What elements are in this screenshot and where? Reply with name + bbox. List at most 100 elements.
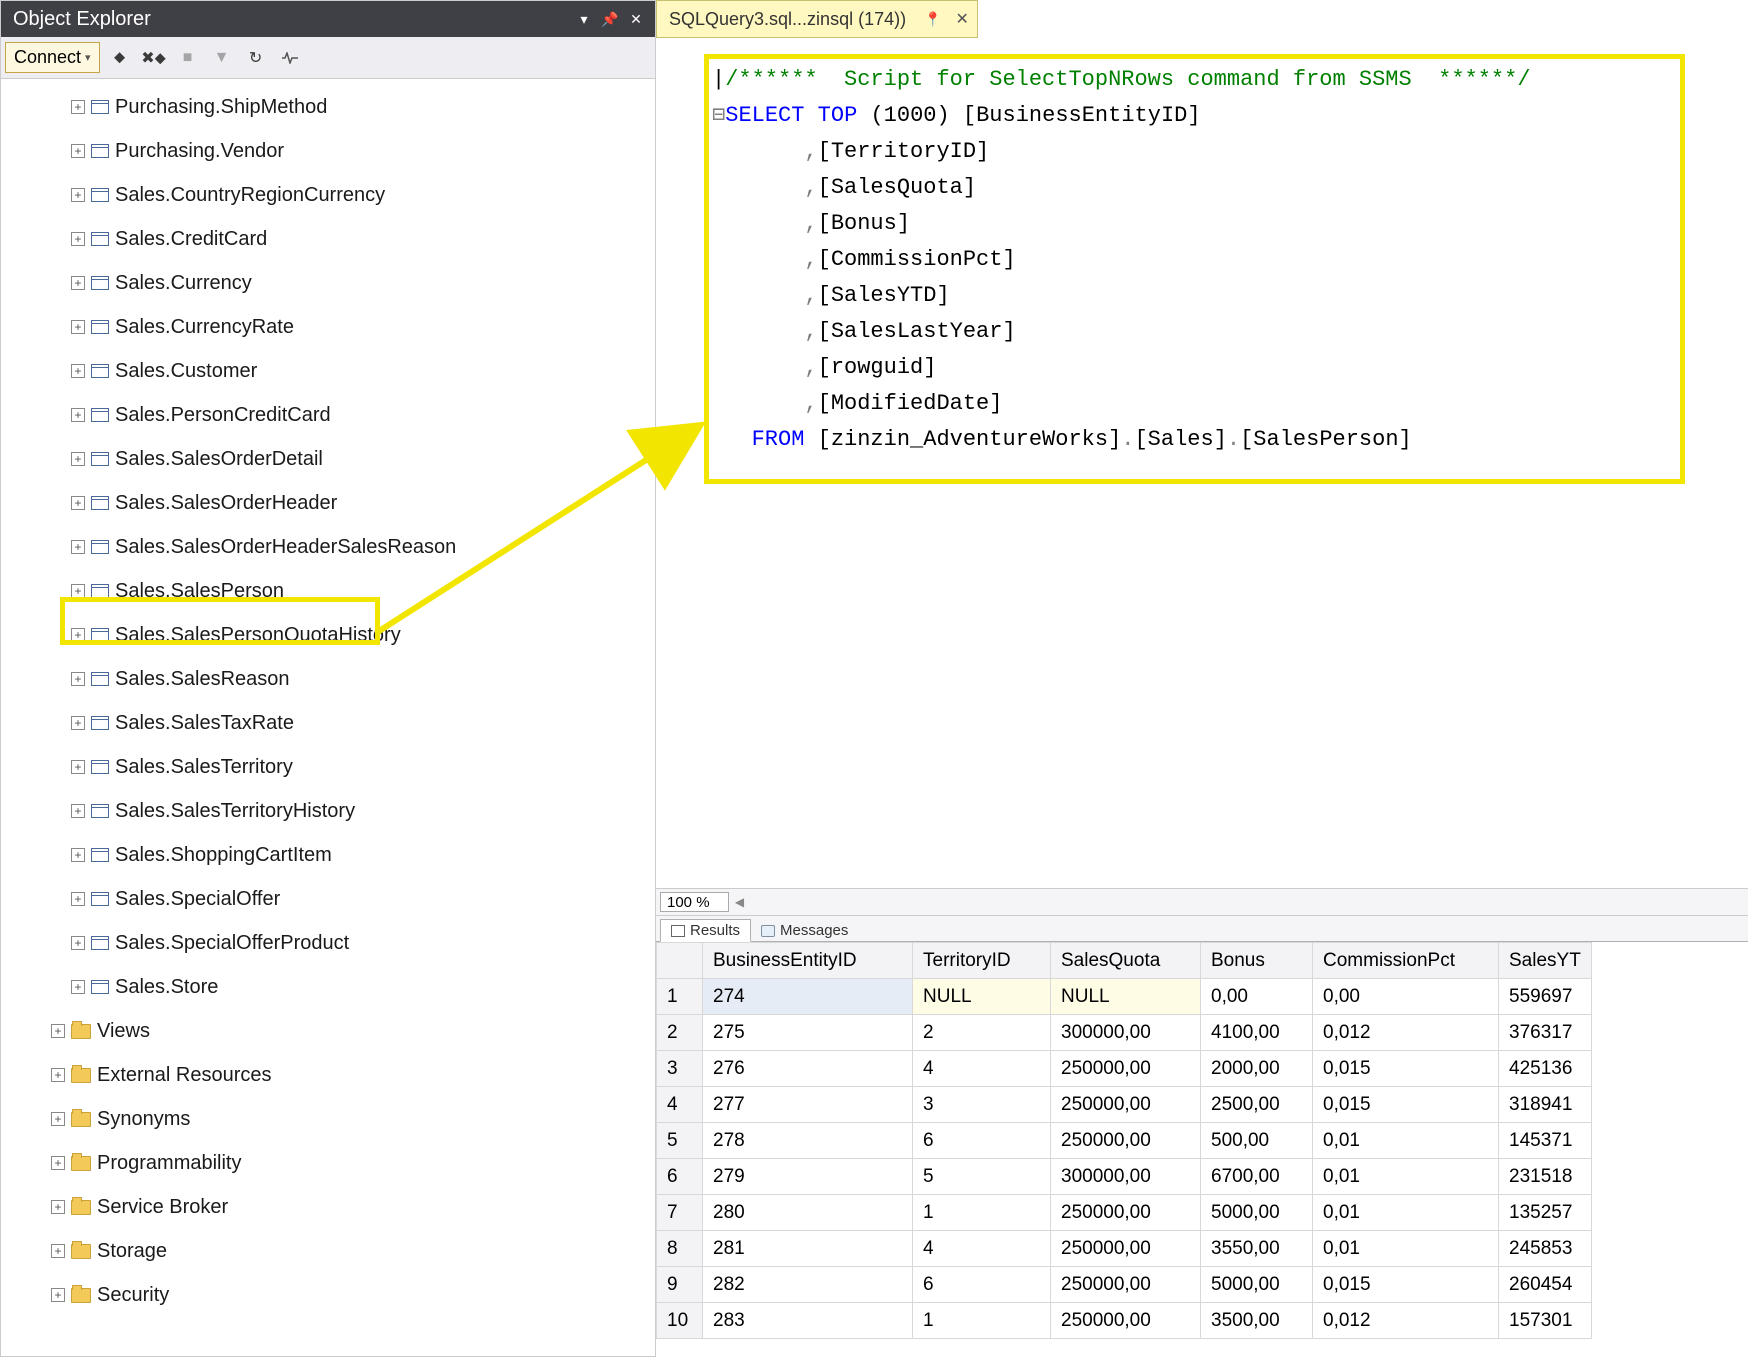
tree-folder-item[interactable]: +Synonyms — [1, 1097, 655, 1141]
table-row[interactable]: 82814250000,003550,000,01245853 — [657, 1231, 1592, 1267]
column-header[interactable]: CommissionPct — [1313, 943, 1499, 979]
tree-table-item[interactable]: +Sales.Store — [1, 965, 655, 1009]
connect-button[interactable]: Connect — [5, 42, 100, 73]
tree-folder-item[interactable]: +Views — [1, 1009, 655, 1053]
cell[interactable]: 0,012 — [1313, 1015, 1499, 1051]
cell[interactable]: 275 — [703, 1015, 913, 1051]
table-row[interactable]: 52786250000,00500,000,01145371 — [657, 1123, 1592, 1159]
expand-icon[interactable]: + — [71, 144, 85, 158]
results-grid[interactable]: BusinessEntityIDTerritoryIDSalesQuotaBon… — [656, 942, 1748, 1357]
row-number[interactable]: 1 — [657, 979, 703, 1015]
cell[interactable]: 0,015 — [1313, 1051, 1499, 1087]
expand-icon[interactable]: + — [51, 1068, 65, 1082]
cell[interactable]: NULL — [1051, 979, 1201, 1015]
expand-icon[interactable]: + — [51, 1024, 65, 1038]
cell[interactable]: 4 — [913, 1051, 1051, 1087]
row-number[interactable]: 3 — [657, 1051, 703, 1087]
expand-icon[interactable]: + — [71, 584, 85, 598]
cell[interactable]: 2000,00 — [1201, 1051, 1313, 1087]
cell[interactable]: 6 — [913, 1123, 1051, 1159]
tree-table-item[interactable]: +Sales.PersonCreditCard — [1, 393, 655, 437]
expand-icon[interactable]: + — [51, 1112, 65, 1126]
cell[interactable]: 283 — [703, 1303, 913, 1339]
column-header[interactable]: Bonus — [1201, 943, 1313, 979]
cell[interactable]: 245853 — [1499, 1231, 1592, 1267]
tree-folder-item[interactable]: +Storage — [1, 1229, 655, 1273]
expand-icon[interactable]: + — [71, 672, 85, 686]
cell[interactable]: 3550,00 — [1201, 1231, 1313, 1267]
disconnect-icon[interactable]: ⬥ — [106, 44, 134, 72]
cell[interactable]: 274 — [703, 979, 913, 1015]
results-tab[interactable]: Results — [660, 919, 751, 942]
cell[interactable]: 231518 — [1499, 1159, 1592, 1195]
activity-icon[interactable] — [276, 44, 304, 72]
expand-icon[interactable]: + — [71, 452, 85, 466]
expand-icon[interactable]: + — [71, 936, 85, 950]
tree-folder-item[interactable]: +External Resources — [1, 1053, 655, 1097]
cell[interactable]: 0,01 — [1313, 1195, 1499, 1231]
sql-editor[interactable]: |/****** Script for SelectTopNRows comma… — [656, 38, 1748, 888]
expand-icon[interactable]: + — [71, 496, 85, 510]
row-number[interactable]: 9 — [657, 1267, 703, 1303]
tree-folder-item[interactable]: +Service Broker — [1, 1185, 655, 1229]
cell[interactable]: 281 — [703, 1231, 913, 1267]
row-number[interactable]: 10 — [657, 1303, 703, 1339]
sql-code[interactable]: |/****** Script for SelectTopNRows comma… — [712, 62, 1531, 458]
table-row[interactable]: 1274NULLNULL0,000,00559697 — [657, 979, 1592, 1015]
cell[interactable]: 0,012 — [1313, 1303, 1499, 1339]
messages-tab[interactable]: Messages — [751, 920, 858, 941]
cell[interactable]: 280 — [703, 1195, 913, 1231]
cell[interactable]: 4100,00 — [1201, 1015, 1313, 1051]
expand-icon[interactable]: + — [71, 628, 85, 642]
cell[interactable]: 5000,00 — [1201, 1195, 1313, 1231]
tree-table-item[interactable]: +Sales.SalesTerritory — [1, 745, 655, 789]
expand-icon[interactable]: + — [51, 1244, 65, 1258]
tree-table-item[interactable]: +Purchasing.Vendor — [1, 129, 655, 173]
tree-table-item[interactable]: +Sales.SalesTerritoryHistory — [1, 789, 655, 833]
row-number[interactable]: 6 — [657, 1159, 703, 1195]
tree-table-item[interactable]: +Sales.SalesReason — [1, 657, 655, 701]
pin-icon[interactable]: 📌 — [597, 6, 623, 32]
cell[interactable]: 279 — [703, 1159, 913, 1195]
cell[interactable]: 250000,00 — [1051, 1087, 1201, 1123]
cell[interactable]: 282 — [703, 1267, 913, 1303]
cell[interactable]: 277 — [703, 1087, 913, 1123]
cell[interactable]: 4 — [913, 1231, 1051, 1267]
expand-icon[interactable]: + — [51, 1288, 65, 1302]
expand-icon[interactable]: + — [71, 760, 85, 774]
tree-table-item[interactable]: +Sales.SpecialOffer — [1, 877, 655, 921]
expand-icon[interactable]: + — [71, 848, 85, 862]
cell[interactable]: 318941 — [1499, 1087, 1592, 1123]
tree-table-item[interactable]: +Sales.SalesOrderDetail — [1, 437, 655, 481]
cell[interactable]: 376317 — [1499, 1015, 1592, 1051]
cell[interactable]: 2500,00 — [1201, 1087, 1313, 1123]
expand-icon[interactable]: + — [71, 540, 85, 554]
cell[interactable]: 0,00 — [1201, 979, 1313, 1015]
expand-icon[interactable]: + — [51, 1200, 65, 1214]
tree-table-item-salesperson[interactable]: +Sales.SalesPerson — [1, 569, 655, 613]
expand-icon[interactable]: + — [71, 716, 85, 730]
tree-table-item[interactable]: +Sales.SalesOrderHeader — [1, 481, 655, 525]
expand-icon[interactable]: + — [71, 320, 85, 334]
expand-icon[interactable]: + — [71, 804, 85, 818]
cell[interactable]: 300000,00 — [1051, 1015, 1201, 1051]
table-row[interactable]: 32764250000,002000,000,015425136 — [657, 1051, 1592, 1087]
tree-table-item[interactable]: +Sales.SalesOrderHeaderSalesReason — [1, 525, 655, 569]
object-tree[interactable]: +Purchasing.ShipMethod +Purchasing.Vendo… — [1, 79, 655, 1356]
results-table[interactable]: BusinessEntityIDTerritoryIDSalesQuotaBon… — [656, 942, 1592, 1339]
row-number[interactable]: 5 — [657, 1123, 703, 1159]
expand-icon[interactable]: + — [71, 980, 85, 994]
cell[interactable]: 145371 — [1499, 1123, 1592, 1159]
expand-icon[interactable]: + — [71, 892, 85, 906]
cell[interactable]: 0,015 — [1313, 1267, 1499, 1303]
window-options-icon[interactable]: ▾ — [571, 6, 597, 32]
tree-table-item[interactable]: +Sales.ShoppingCartItem — [1, 833, 655, 877]
cell[interactable]: 300000,00 — [1051, 1159, 1201, 1195]
disconnect-all-icon[interactable]: ✖⬥ — [140, 44, 168, 72]
cell[interactable]: 6 — [913, 1267, 1051, 1303]
expand-icon[interactable]: + — [71, 408, 85, 422]
tree-table-item[interactable]: +Sales.CreditCard — [1, 217, 655, 261]
cell[interactable]: 3500,00 — [1201, 1303, 1313, 1339]
tree-table-item[interactable]: +Sales.SalesTaxRate — [1, 701, 655, 745]
tree-table-item[interactable]: +Sales.SpecialOfferProduct — [1, 921, 655, 965]
